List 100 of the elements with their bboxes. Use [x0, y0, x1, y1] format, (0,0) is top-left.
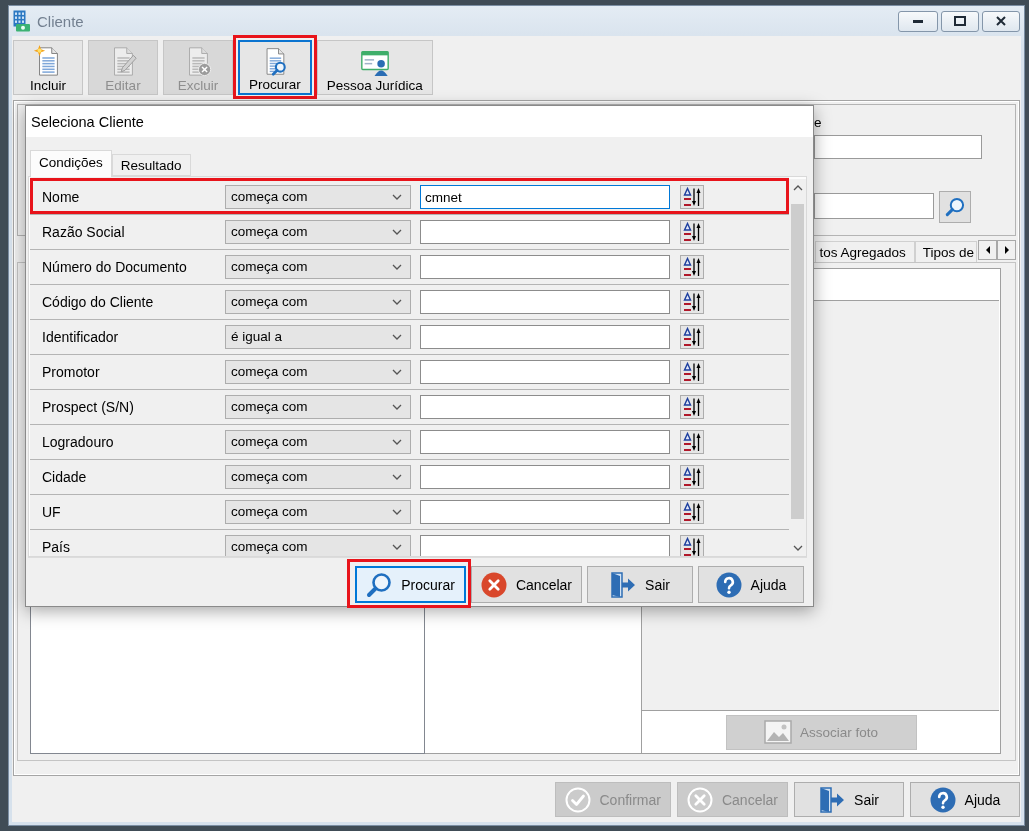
sort-button[interactable]: [680, 220, 704, 244]
tab[interactable]: Resultado: [111, 154, 191, 176]
value-input[interactable]: [420, 395, 670, 419]
operator-dropdown[interactable]: começa com: [225, 500, 411, 524]
sort-button[interactable]: [680, 360, 704, 384]
window-title: Cliente: [37, 12, 84, 30]
field-label: Identificador: [41, 329, 119, 345]
field-label: Promotor: [41, 364, 100, 380]
sort-button[interactable]: [680, 185, 704, 209]
toolbar-button[interactable]: Procurar: [238, 40, 312, 95]
x-circle-icon: [480, 571, 507, 598]
operator-dropdown[interactable]: começa com: [225, 535, 411, 556]
chevron-up-icon: [792, 184, 803, 191]
field-label: Nome: [41, 189, 80, 205]
operator-dropdown[interactable]: começa com: [225, 290, 411, 314]
image-icon: [763, 720, 792, 744]
x-circle-icon: [686, 786, 713, 813]
footer-button[interactable]: Sair: [794, 782, 904, 817]
chevron-down-icon: [392, 509, 402, 515]
dialog-button[interactable]: Sair: [587, 566, 693, 603]
operator-dropdown[interactable]: começa com: [225, 255, 411, 279]
text-field[interactable]: [814, 135, 982, 159]
tab[interactable]: Tipos de: [914, 241, 977, 262]
close-button[interactable]: [982, 10, 1020, 32]
sort-icon: [683, 222, 701, 242]
field-label: Número do Documento: [41, 259, 187, 275]
sort-icon: [683, 362, 701, 382]
scrollbar[interactable]: [789, 179, 806, 556]
value-input[interactable]: [420, 325, 670, 349]
scroll-left-button[interactable]: [978, 240, 997, 260]
chevron-down-icon: [392, 474, 402, 480]
value-input[interactable]: [420, 430, 670, 454]
sort-button[interactable]: [680, 500, 704, 524]
check-circle-icon: [564, 786, 591, 813]
sort-icon: [683, 537, 701, 556]
minimize-icon: [913, 19, 923, 23]
value-input[interactable]: [420, 360, 670, 384]
dialog-button[interactable]: Cancelar: [470, 566, 582, 603]
value-input[interactable]: [420, 465, 670, 489]
sort-button[interactable]: [680, 465, 704, 489]
footer-button[interactable]: Ajuda: [910, 782, 1020, 817]
field-label: Código do Cliente: [41, 294, 154, 310]
field-label: e: [814, 115, 822, 131]
tab[interactable]: Condições: [30, 150, 112, 177]
value-input[interactable]: [420, 290, 670, 314]
field-label: UF: [41, 504, 61, 520]
close-icon: [996, 16, 1006, 26]
minimize-button[interactable]: [898, 10, 938, 32]
field-label: País: [41, 539, 70, 555]
operator-dropdown[interactable]: começa com: [225, 465, 411, 489]
sort-button[interactable]: [680, 535, 704, 556]
field-label: Prospect (S/N): [41, 399, 134, 415]
chevron-down-icon: [392, 264, 402, 270]
value-input[interactable]: [420, 500, 670, 524]
sort-icon: [683, 327, 701, 347]
left-arrow-icon: [985, 246, 990, 254]
toolbar-button[interactable]: Pessoa Jurídica: [316, 40, 433, 95]
maximize-icon: [954, 16, 966, 26]
dialog-button[interactable]: Procurar: [355, 566, 466, 603]
operator-dropdown[interactable]: começa com: [225, 220, 411, 244]
operator-dropdown[interactable]: é igual a: [225, 325, 411, 349]
sort-icon: [683, 397, 701, 417]
operator-dropdown[interactable]: começa com: [225, 185, 411, 209]
value-input[interactable]: [420, 535, 670, 556]
sort-button[interactable]: [680, 255, 704, 279]
sort-button[interactable]: [680, 395, 704, 419]
sort-button[interactable]: [680, 325, 704, 349]
chevron-down-icon: [392, 369, 402, 375]
right-arrow-icon: [1004, 246, 1009, 254]
value-input[interactable]: [420, 220, 670, 244]
chevron-down-icon: [392, 334, 402, 340]
sort-button[interactable]: [680, 290, 704, 314]
operator-dropdown[interactable]: começa com: [225, 395, 411, 419]
chevron-down-icon: [392, 194, 402, 200]
sort-button[interactable]: [680, 430, 704, 454]
scroll-right-button[interactable]: [997, 240, 1016, 260]
text-field[interactable]: [814, 193, 934, 219]
chevron-down-icon: [392, 439, 402, 445]
dialog-button[interactable]: Ajuda: [698, 566, 804, 603]
chevron-down-icon: [392, 299, 402, 305]
sort-icon: [683, 432, 701, 452]
door-exit-icon: [819, 786, 846, 813]
scrollbar-thumb[interactable]: [791, 204, 804, 519]
sort-icon: [683, 257, 701, 277]
building-icon: [13, 10, 30, 32]
value-input[interactable]: cmnet: [420, 185, 670, 209]
field-label: Logradouro: [41, 434, 114, 450]
field-label: Razão Social: [41, 224, 125, 240]
maximize-button[interactable]: [941, 10, 979, 32]
chevron-down-icon: [392, 544, 402, 550]
door-exit-icon: [610, 571, 637, 598]
tab[interactable]: tos Agregados: [815, 241, 915, 262]
lookup-button[interactable]: [939, 191, 971, 223]
search-icon: [945, 197, 965, 217]
value-input[interactable]: [420, 255, 670, 279]
operator-dropdown[interactable]: começa com: [225, 430, 411, 454]
toolbar-button[interactable]: Incluir: [13, 40, 83, 95]
operator-dropdown[interactable]: começa com: [225, 360, 411, 384]
search-icon: [366, 571, 393, 598]
sort-icon: [683, 292, 701, 312]
